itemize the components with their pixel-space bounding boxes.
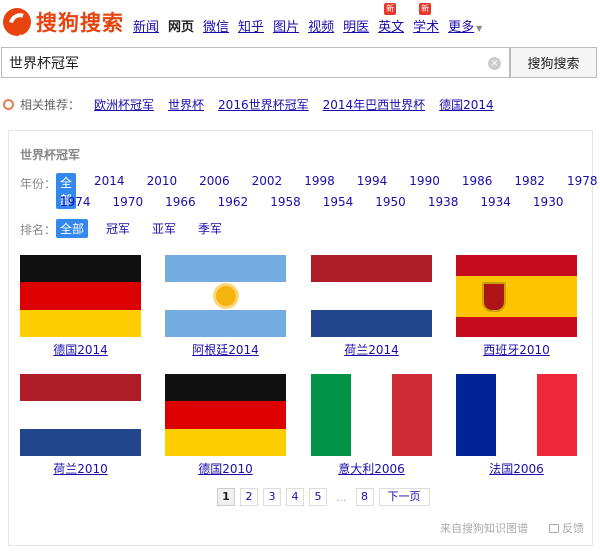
flag-tile[interactable]: 荷兰2010: [20, 374, 141, 477]
nav-item-5[interactable]: 视频: [308, 16, 334, 35]
flag-germany-icon[interactable]: [165, 374, 286, 456]
nav-item-0[interactable]: 新闻: [133, 16, 159, 35]
year-chip[interactable]: 1930: [529, 194, 568, 210]
flag-caption[interactable]: 德国2014: [20, 341, 141, 358]
flag-germany-icon[interactable]: [20, 255, 141, 337]
search-suggest-icon: [3, 99, 14, 110]
nav-item-8[interactable]: 学术新: [413, 3, 439, 35]
flag-caption[interactable]: 西班牙2010: [456, 341, 577, 358]
flag-tile[interactable]: 德国2010: [165, 374, 286, 477]
page-last[interactable]: 8: [355, 488, 374, 506]
year-chip[interactable]: 1958: [266, 194, 305, 210]
card-title: 世界杯冠军: [20, 148, 81, 162]
page-2[interactable]: 2: [240, 488, 258, 506]
logo-text: 搜狗搜索: [36, 11, 124, 35]
header: 搜狗搜索 新闻 网页 微信 知乎 图片 视频 明医 英文新学术新更多 ▼: [0, 0, 600, 44]
nav-item-6[interactable]: 明医: [343, 16, 369, 35]
page-5[interactable]: 5: [309, 488, 327, 506]
rank-chip[interactable]: 全部: [56, 219, 89, 238]
search-input[interactable]: [9, 53, 469, 73]
page-3[interactable]: 3: [263, 488, 281, 506]
new-badge: 新: [419, 3, 432, 15]
pagination: 1 2 3 4 5... 8 下一页: [217, 488, 435, 506]
year-chip[interactable]: 1962: [214, 194, 253, 210]
sun-of-may-icon: [216, 286, 236, 306]
flag-caption[interactable]: 阿根廷2014: [165, 341, 286, 358]
feedback-icon: [549, 523, 559, 533]
coat-of-arms-icon: [482, 282, 506, 312]
rank-filter-label: 排名：: [20, 223, 57, 237]
knowledge-card: 世界杯冠军 年份： 全部 2014 2010 2006 2002 1998 1994 1990…: [8, 130, 597, 546]
year-chip[interactable]: 1950: [371, 194, 410, 210]
year-chip[interactable]: 1970: [109, 194, 148, 210]
flag-spain-icon[interactable]: [456, 255, 577, 337]
year-chip[interactable]: 1934: [476, 194, 515, 210]
pager-ellipsis: ...: [336, 490, 347, 504]
feedback-label: 反馈: [562, 522, 584, 535]
related-link[interactable]: 德国2014: [439, 96, 494, 113]
source-note: 来自搜狗知识图谱: [440, 522, 528, 535]
flag-caption[interactable]: 意大利2006: [311, 460, 432, 477]
related-link[interactable]: 欧洲杯冠军: [94, 96, 154, 113]
sogou-logo[interactable]: 搜狗搜索: [3, 7, 124, 37]
next-page-button[interactable]: 下一页: [378, 488, 430, 506]
rank-chip[interactable]: 季军: [194, 219, 226, 238]
year-filter-label: 年份：: [20, 177, 57, 191]
flag-argentina-icon[interactable]: [165, 255, 286, 337]
flag-italy-icon[interactable]: [311, 374, 432, 456]
year-chip[interactable]: 1974: [56, 194, 95, 210]
search-button[interactable]: 搜狗搜索: [510, 47, 597, 78]
sogou-logo-icon: [3, 8, 31, 36]
new-badge: 新: [384, 3, 397, 15]
flag-netherlands-icon[interactable]: [311, 255, 432, 337]
flag-caption[interactable]: 荷兰2014: [311, 341, 432, 358]
related-link[interactable]: 世界杯: [168, 96, 204, 113]
year-chip[interactable]: 1954: [319, 194, 358, 210]
flag-caption[interactable]: 荷兰2010: [20, 460, 141, 477]
year-filter-row-2: 1974 1970 1966 1962 1958 1954 1950 1938 1934 1930: [56, 194, 581, 210]
nav-item-1[interactable]: 网页: [168, 16, 194, 35]
related-label: 相关推荐：: [20, 98, 81, 112]
flag-netherlands-icon[interactable]: [20, 374, 141, 456]
rank-filter-row: 全部 冠军 亚军 季军: [56, 219, 240, 238]
related-link[interactable]: 2016世界杯冠军: [218, 96, 309, 113]
clear-icon[interactable]: ×: [488, 57, 501, 70]
flag-tile[interactable]: 德国2014: [20, 255, 141, 358]
flag-france-icon[interactable]: [456, 374, 577, 456]
flag-tile[interactable]: 荷兰2014: [311, 255, 432, 358]
vertical-nav: 新闻 网页 微信 知乎 图片 视频 明医 英文新学术新更多 ▼: [133, 3, 491, 35]
year-chip[interactable]: 1966: [161, 194, 200, 210]
related-link[interactable]: 2014年巴西世界杯: [323, 96, 426, 113]
page-1[interactable]: 1: [217, 488, 235, 506]
feedback-link[interactable]: 反馈: [549, 520, 584, 536]
flag-caption[interactable]: 法国2006: [456, 460, 577, 477]
nav-item-9[interactable]: 更多 ▼: [448, 16, 482, 35]
flag-tile[interactable]: 法国2006: [456, 374, 577, 477]
flag-tile[interactable]: 西班牙2010: [456, 255, 577, 358]
rank-chip[interactable]: 冠军: [102, 219, 134, 238]
nav-item-4[interactable]: 图片: [273, 16, 299, 35]
related-searches: 相关推荐： 欧洲杯冠军 世界杯 2016世界杯冠军 2014年巴西世界杯 德国2014: [3, 96, 508, 113]
year-chip[interactable]: 1938: [424, 194, 463, 210]
nav-item-2[interactable]: 微信: [203, 16, 229, 35]
flag-tile[interactable]: 阿根廷2014: [165, 255, 286, 358]
flag-tile[interactable]: 意大利2006: [311, 374, 432, 477]
nav-item-3[interactable]: 知乎: [238, 16, 264, 35]
page-4[interactable]: 4: [286, 488, 304, 506]
flag-caption[interactable]: 德国2010: [165, 460, 286, 477]
search-box: ×: [1, 47, 510, 78]
chevron-down-icon: ▼: [476, 24, 483, 33]
rank-chip[interactable]: 亚军: [148, 219, 180, 238]
nav-item-7[interactable]: 英文新: [378, 3, 404, 35]
